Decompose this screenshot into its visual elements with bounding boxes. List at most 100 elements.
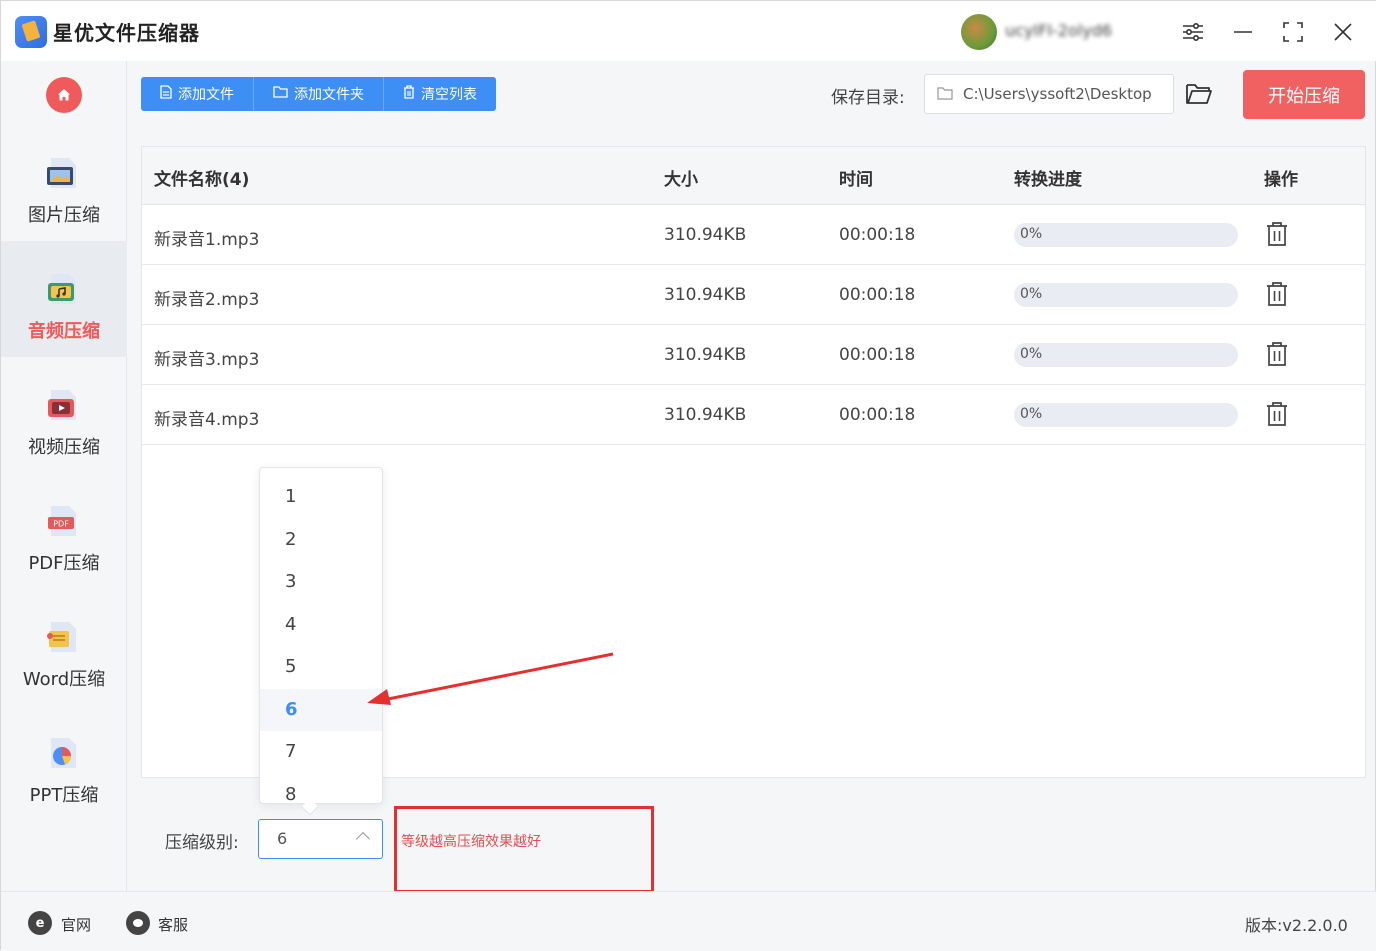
sidebar-item-video[interactable]: 视频压缩 [1,357,127,473]
folder-icon [937,87,953,100]
column-header-size: 大小 [664,170,698,190]
add-folder-button[interactable]: 添加文件夹 [254,77,384,111]
file-name: 新录音4.mp3 [154,410,260,430]
annotation-arrow [367,652,614,705]
start-compress-button[interactable]: 开始压缩 [1243,70,1365,119]
table-row[interactable]: 新录音1.mp3 310.94KB 00:00:18 0% [142,205,1365,265]
compression-level-label: 压缩级别: [165,833,239,853]
compression-level-select[interactable]: 6 [258,819,383,859]
browse-folder-icon[interactable] [1185,81,1213,107]
delete-icon[interactable] [1266,281,1288,307]
image-file-icon [47,158,76,188]
sidebar-item-label: Word压缩 [22,669,106,690]
settings-sliders-icon[interactable] [1178,17,1208,47]
version-text: 版本:v2.2.0.0 [1245,916,1348,935]
column-header-action: 操作 [1264,170,1298,190]
add-file-label: 添加文件 [178,87,234,103]
column-header-name: 文件名称(4) [154,170,250,190]
file-duration: 00:00:18 [839,225,916,245]
title-bar: 星优文件压缩器 ucyIFI-2olyd6 [1,1,1376,61]
word-file-icon [47,622,76,652]
app-window: 星优文件压缩器 ucyIFI-2olyd6 图片压缩 音频压缩 视频压缩 PDF… [0,0,1376,951]
sidebar-item-label: 视频压缩 [28,437,100,458]
sidebar-item-image[interactable]: 图片压缩 [1,125,127,241]
status-bar: e 官网 客服 版本:v2.2.0.0 [1,891,1376,951]
toolbar: 添加文件 添加文件夹 清空列表 [141,77,496,111]
table-row[interactable]: 新录音2.mp3 310.94KB 00:00:18 0% [142,265,1365,325]
app-logo-icon [15,16,47,48]
sidebar-item-label: 音频压缩 [28,321,100,342]
file-duration: 00:00:18 [839,285,916,305]
sidebar-item-pdf[interactable]: PDF PDF压缩 [1,473,127,589]
progress-bar: 0% [1014,283,1238,307]
customer-service-link[interactable]: 客服 [158,914,188,935]
delete-icon[interactable] [1266,341,1288,367]
sidebar: 图片压缩 音频压缩 视频压缩 PDF PDF压缩 Word压缩 PPT压缩 [1,61,127,891]
dropdown-option[interactable]: 8 [260,774,382,803]
svg-text:PDF: PDF [53,520,69,529]
progress-text: 0% [1020,406,1043,422]
sidebar-item-word[interactable]: Word压缩 [1,589,127,705]
compression-level-value: 6 [277,829,288,848]
add-file-button[interactable]: 添加文件 [141,77,254,111]
sidebar-item-label: 图片压缩 [28,205,100,226]
ppt-file-icon [51,738,76,768]
file-name: 新录音1.mp3 [154,230,260,250]
delete-icon[interactable] [1266,221,1288,247]
table-row[interactable]: 新录音3.mp3 310.94KB 00:00:18 0% [142,325,1365,385]
file-icon [160,85,172,103]
dropdown-option[interactable]: 4 [260,604,382,646]
username[interactable]: ucyIFI-2olyd6 [1005,21,1155,41]
save-directory-label: 保存目录: [831,88,905,108]
dropdown-option[interactable]: 7 [260,731,382,773]
file-size: 310.94KB [664,285,747,305]
progress-bar: 0% [1014,223,1238,247]
save-directory-path: C:\Users\yssoft2\Desktop [963,85,1152,103]
sidebar-item-ppt[interactable]: PPT压缩 [1,705,127,821]
file-size: 310.94KB [664,345,747,365]
folder-icon [273,86,288,102]
file-name: 新录音3.mp3 [154,350,260,370]
compression-hint: 等级越高压缩效果越好 [401,834,541,850]
home-icon[interactable] [46,77,82,113]
column-header-progress: 转换进度 [1014,170,1082,190]
file-duration: 00:00:18 [839,345,916,365]
file-size: 310.94KB [664,225,747,245]
website-icon[interactable]: e [28,911,52,935]
progress-bar: 0% [1014,403,1238,427]
app-title: 星优文件压缩器 [53,21,200,45]
table-row[interactable]: 新录音4.mp3 310.94KB 00:00:18 0% [142,385,1365,445]
clear-list-button[interactable]: 清空列表 [384,77,496,111]
table-header: 文件名称(4) 大小 时间 转换进度 操作 [142,147,1365,205]
dropdown-option[interactable]: 2 [260,519,382,561]
website-link[interactable]: 官网 [61,914,91,935]
audio-file-icon [48,274,76,304]
chevron-up-icon [355,831,371,847]
save-directory-input[interactable]: C:\Users\yssoft2\Desktop [924,74,1174,114]
progress-text: 0% [1020,226,1043,242]
user-avatar[interactable] [961,14,997,50]
close-icon[interactable] [1328,17,1358,47]
delete-icon[interactable] [1266,401,1288,427]
file-duration: 00:00:18 [839,405,916,425]
progress-text: 0% [1020,286,1043,302]
maximize-icon[interactable] [1278,17,1308,47]
dropdown-option[interactable]: 1 [260,476,382,518]
column-header-time: 时间 [839,170,873,190]
progress-bar: 0% [1014,343,1238,367]
compression-level-dropdown: 1 2 3 4 5 6 7 8 [259,467,383,804]
pdf-file-icon: PDF [48,506,76,536]
minimize-icon[interactable] [1228,17,1258,47]
sidebar-item-audio[interactable]: 音频压缩 [1,241,127,357]
clear-list-label: 清空列表 [421,87,477,103]
progress-text: 0% [1020,346,1043,362]
sidebar-item-label: PDF压缩 [28,553,100,574]
file-size: 310.94KB [664,405,747,425]
video-file-icon [48,390,76,420]
file-name: 新录音2.mp3 [154,290,260,310]
add-folder-label: 添加文件夹 [294,87,364,103]
chat-bubble-icon[interactable] [126,911,150,935]
dropdown-option[interactable]: 3 [260,561,382,603]
trash-icon [403,85,415,103]
sidebar-item-label: PPT压缩 [29,785,99,806]
